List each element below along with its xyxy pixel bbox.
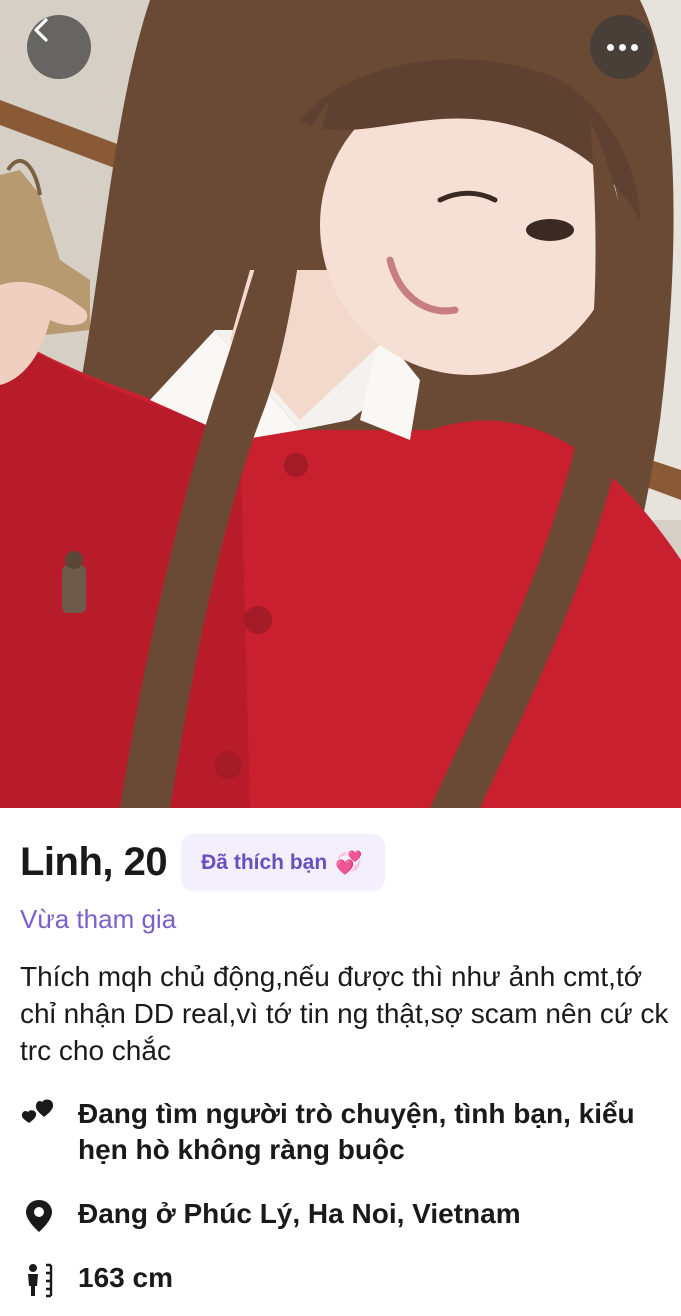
name-row: Linh, 20 Đã thích bạn 💞 — [20, 834, 385, 891]
profile-photo-illustration — [0, 0, 681, 808]
more-horizontal-icon — [606, 43, 638, 51]
hearts-icon — [21, 1099, 54, 1123]
height-icon — [28, 1263, 53, 1298]
profile-photo[interactable] — [0, 0, 681, 808]
profile-bio: Thích mqh chủ động,nếu được thì như ảnh … — [20, 961, 669, 1066]
more-options-button[interactable] — [590, 15, 654, 79]
looking-for-text: Đang tìm người trò chuyện, tình bạn, kiể… — [78, 1098, 635, 1165]
profile-info: Linh, 20 Đã thích bạn 💞 Vừa tham gia Thí… — [0, 808, 681, 1316]
liked-you-label: Đã thích bạn — [201, 850, 328, 874]
chevron-left-icon — [34, 18, 48, 42]
looking-for-row: Đang tìm người trò chuyện, tình bạn, kiể… — [20, 1096, 658, 1168]
location-pin-icon — [26, 1200, 52, 1232]
back-button[interactable] — [27, 15, 91, 79]
heart-emoji-icon: 💞 — [335, 849, 363, 875]
profile-name: Linh, 20 — [20, 840, 168, 884]
location-text: Đang ở Phúc Lý, Ha Noi, Vietnam — [78, 1198, 521, 1229]
activity-status: Vừa tham gia — [20, 904, 177, 934]
liked-you-badge: Đã thích bạn 💞 — [181, 834, 385, 891]
height-row: 163 cm — [20, 1260, 658, 1298]
location-row: Đang ở Phúc Lý, Ha Noi, Vietnam — [20, 1196, 658, 1234]
height-text: 163 cm — [78, 1262, 173, 1293]
